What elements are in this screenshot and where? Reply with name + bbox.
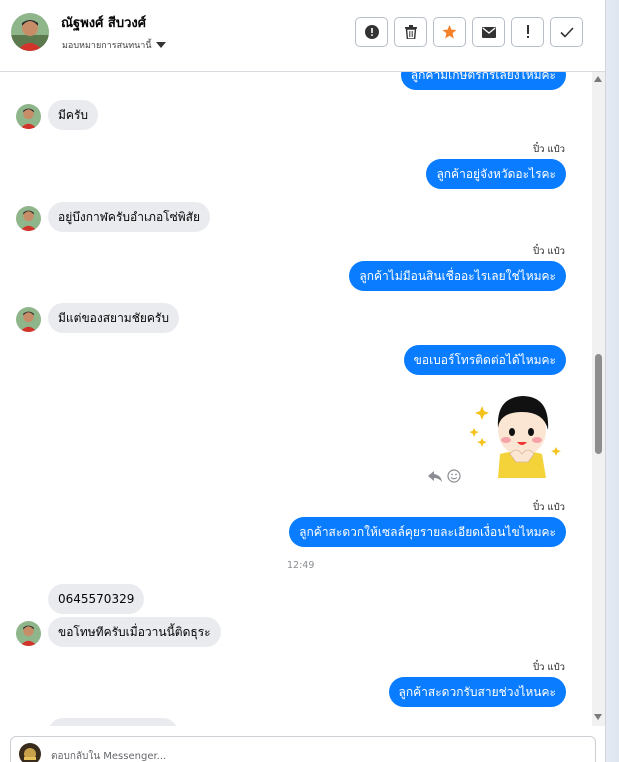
header-actions bbox=[355, 17, 583, 47]
mark-spam-button[interactable] bbox=[355, 17, 388, 47]
star-button[interactable] bbox=[433, 17, 466, 47]
assign-conversation-dropdown[interactable]: มอบหมายการสนทนานี้ bbox=[62, 38, 166, 52]
caret-down-icon bbox=[155, 42, 166, 48]
exclamation-icon bbox=[526, 25, 529, 38]
mark-done-button[interactable] bbox=[550, 17, 583, 47]
message-bubble-outgoing[interactable]: ลูกค้าสะดวกรับสายช่วงไหนคะ bbox=[388, 677, 566, 707]
mark-unread-button[interactable] bbox=[472, 17, 505, 47]
message-bubble-incoming-partial[interactable] bbox=[48, 718, 178, 726]
timestamp: 12:49 bbox=[287, 560, 315, 571]
check-icon bbox=[559, 26, 574, 38]
message-bubble-incoming[interactable]: ขอโทษทีครับเมื่อวานนี้ติดธุระ bbox=[48, 617, 221, 647]
star-icon bbox=[442, 25, 457, 39]
message-bubble-incoming[interactable]: มีครับ bbox=[48, 100, 98, 130]
react-smiley-icon[interactable] bbox=[447, 468, 461, 487]
girl-sticker[interactable] bbox=[469, 392, 565, 482]
message-bubble-outgoing[interactable]: ลูกค้าไม่มีอนสินเชื่ออะไรเลยใช่ไหมคะ bbox=[349, 261, 566, 291]
mail-icon bbox=[481, 26, 496, 38]
scrollbar-thumb[interactable] bbox=[595, 354, 602, 454]
sender-name: ปิ๋ว แป๋ว bbox=[533, 662, 565, 673]
messenger-window: ณัฐพงศ์ สีบวงศ์ มอบหมายการสนทนานี้ ลูกค้… bbox=[0, 0, 619, 762]
reply-icon[interactable] bbox=[428, 468, 443, 487]
contact-avatar-small bbox=[16, 104, 41, 129]
contact-avatar-small bbox=[16, 206, 41, 231]
sender-name: ปิ๋ว แป๋ว bbox=[533, 246, 565, 257]
message-bubble-incoming[interactable]: อยู่บึงกาฬครับอำเภอโซ่พิสัย bbox=[48, 202, 211, 232]
contact-name[interactable]: ณัฐพงศ์ สีบวงศ์ bbox=[61, 12, 146, 33]
message-bubble-outgoing[interactable]: ลูกค้าอยู่จังหวัดอะไรคะ bbox=[426, 159, 566, 189]
scroll-up-arrow-icon[interactable] bbox=[594, 76, 602, 82]
contact-avatar-small bbox=[16, 307, 41, 332]
reply-placeholder: ตอบกลับใน Messenger... bbox=[51, 751, 167, 762]
page-avatar bbox=[19, 743, 41, 762]
alert-circle-icon bbox=[364, 25, 379, 39]
reply-input[interactable]: ตอบกลับใน Messenger... bbox=[10, 736, 596, 762]
assign-label: มอบหมายการสนทนานี้ bbox=[62, 41, 152, 51]
message-bubble-incoming[interactable]: มีแต่ของสยามชัยครับ bbox=[48, 303, 179, 333]
follow-up-button[interactable] bbox=[511, 17, 544, 47]
trash-icon bbox=[404, 25, 417, 39]
message-list: ลูกค้ามีเกษตรกรเลี้ยงไหมคะ มีครับ ปิ๋ว แ… bbox=[0, 72, 592, 726]
contact-avatar-small bbox=[16, 621, 41, 646]
message-bubble-outgoing[interactable]: ลูกค้ามีเกษตรกรเลี้ยงไหมคะ bbox=[400, 72, 566, 90]
conversation-header: ณัฐพงศ์ สีบวงศ์ มอบหมายการสนทนานี้ bbox=[0, 0, 605, 72]
sender-name: ปิ๋ว แป๋ว bbox=[533, 144, 565, 155]
scroll-down-arrow-icon[interactable] bbox=[594, 714, 602, 720]
contact-avatar[interactable] bbox=[11, 13, 49, 51]
message-bubble-outgoing[interactable]: ขอเบอร์โทรติดต่อได้ไหมคะ bbox=[403, 345, 566, 375]
message-bubble-incoming[interactable]: 0645570329 bbox=[48, 584, 145, 614]
message-bubble-outgoing[interactable]: ลูกค้าสะดวกให้เซลล์คุยรายละเอียดเงื่อนไข… bbox=[289, 517, 566, 547]
message-list-scrollbar[interactable] bbox=[592, 72, 605, 726]
window-edge bbox=[605, 0, 619, 762]
delete-button[interactable] bbox=[394, 17, 427, 47]
sender-name: ปิ๋ว แป๋ว bbox=[533, 502, 565, 513]
